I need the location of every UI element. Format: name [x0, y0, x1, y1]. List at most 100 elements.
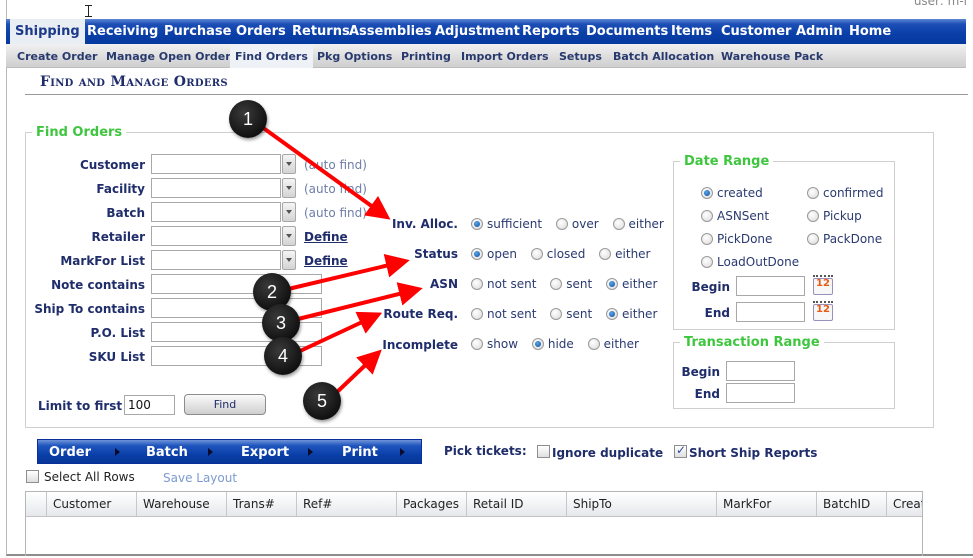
main-nav-customer[interactable]: Customer — [716, 19, 796, 44]
ignore-duplicate-checkbox[interactable] — [537, 445, 550, 458]
sub-nav-batch-allocation[interactable]: Batch Allocation — [608, 44, 719, 68]
radio-icon — [599, 248, 612, 260]
column-header-ref[interactable]: Ref# — [296, 492, 396, 516]
radio-icon — [471, 278, 483, 290]
order-menu[interactable]: Order — [49, 440, 91, 463]
export-menu[interactable]: Export — [241, 440, 289, 463]
date-begin-input[interactable] — [736, 276, 805, 296]
radio-icon — [587, 338, 600, 350]
status-either-radio[interactable]: either — [599, 247, 650, 261]
batch-dropdown-button[interactable] — [282, 202, 296, 222]
main-nav-assemblies[interactable]: Assemblies — [344, 19, 437, 44]
radio-label: closed — [546, 247, 586, 261]
asn-either-radio[interactable]: either — [606, 277, 657, 291]
radio-label: PackDone — [823, 232, 883, 246]
column-header-warehouse[interactable]: Warehouse — [136, 492, 226, 516]
column-header-created[interactable]: Created — [886, 492, 922, 516]
route-req-sent-radio[interactable]: sent — [550, 307, 592, 321]
markfor-list-dropdown-button[interactable] — [282, 250, 296, 270]
main-nav-reports[interactable]: Reports — [517, 19, 584, 44]
main-nav-admin[interactable]: Admin — [791, 19, 848, 44]
asn-sent-radio[interactable]: sent — [550, 277, 592, 291]
inv-alloc-over-radio[interactable]: over — [555, 217, 599, 231]
retailer-combo-input[interactable] — [151, 226, 281, 246]
ignore-duplicate-label: Ignore duplicate — [552, 446, 664, 460]
markfor-list-label: MarkFor List — [60, 254, 145, 268]
calendar-day-text: 12 — [816, 304, 830, 315]
retailer-dropdown-button[interactable] — [282, 226, 296, 246]
main-nav-items[interactable]: Items — [666, 19, 717, 44]
transaction-end-input[interactable] — [726, 383, 795, 403]
save-layout-link[interactable]: Save Layout — [163, 471, 237, 485]
markfor-define-link[interactable]: Define — [304, 254, 348, 268]
find-button[interactable]: Find — [184, 394, 266, 415]
facility-dropdown-button[interactable] — [282, 178, 296, 198]
sub-nav-printing[interactable]: Printing — [396, 44, 456, 68]
select-all-rows-checkbox[interactable] — [26, 470, 39, 483]
calendar-icon[interactable]: 12 — [812, 274, 834, 296]
column-header-batchid[interactable]: BatchID — [816, 492, 886, 516]
batch-combo-input[interactable] — [151, 202, 281, 222]
print-menu[interactable]: Print — [342, 440, 378, 463]
sub-nav-warehouse-pack[interactable]: Warehouse Pack — [716, 44, 828, 68]
customer-combo-input[interactable] — [151, 154, 281, 174]
date-asnsent-radio[interactable]: ASNSent — [701, 209, 769, 223]
date-created-radio[interactable]: created — [701, 186, 763, 200]
sub-nav-create-order[interactable]: Create Order — [12, 44, 102, 68]
note-contains-input[interactable] — [151, 274, 322, 294]
date-loadoutdone-radio[interactable]: LoadOutDone — [701, 255, 799, 269]
main-nav-home[interactable]: Home — [844, 19, 896, 44]
sub-nav-find-orders[interactable]: Find Orders — [230, 44, 313, 68]
sub-nav-setups[interactable]: Setups — [554, 44, 607, 68]
date-end-label: End — [704, 306, 730, 320]
date-pickup-radio[interactable]: Pickup — [807, 209, 862, 223]
column-header-packages[interactable]: Packages — [396, 492, 466, 516]
route-req-not-sent-radio[interactable]: not sent — [471, 307, 536, 321]
date-packdone-radio[interactable]: PackDone — [807, 232, 882, 246]
status-open-radio[interactable]: open — [471, 247, 517, 261]
column-header-trans[interactable]: Trans# — [226, 492, 296, 516]
radio-selected-icon — [471, 218, 483, 230]
inv-alloc-sufficient-radio[interactable]: sufficient — [471, 217, 542, 231]
radio-icon — [807, 233, 819, 245]
main-nav-documents[interactable]: Documents — [581, 19, 673, 44]
short-ship-reports-checkbox[interactable] — [674, 443, 687, 458]
sku-list-label: SKU List — [88, 350, 145, 364]
date-end-input[interactable] — [736, 302, 805, 322]
status-closed-radio[interactable]: closed — [530, 247, 586, 261]
column-header-customer[interactable]: Customer — [46, 492, 137, 516]
batch-menu[interactable]: Batch — [146, 440, 188, 463]
calendar-day-text: 12 — [816, 278, 830, 289]
route-req-either-radio[interactable]: either — [606, 307, 657, 321]
sub-nav-manage-open-order[interactable]: Manage Open Order — [101, 44, 236, 68]
asn-not-sent-radio[interactable]: not sent — [471, 277, 536, 291]
sub-nav-import-orders[interactable]: Import Orders — [456, 44, 554, 68]
main-nav-adjustment[interactable]: Adjustment — [430, 19, 525, 44]
select-all-rows-label: Select All Rows — [44, 470, 135, 484]
column-header-markfor[interactable]: MarkFor — [716, 492, 816, 516]
main-nav-shipping[interactable]: Shipping — [10, 19, 85, 44]
facility-combo-input[interactable] — [151, 178, 281, 198]
retailer-define-link[interactable]: Define — [304, 230, 348, 244]
calendar-icon[interactable]: 12 — [812, 300, 834, 322]
incomplete-hide-radio[interactable]: hide — [531, 337, 574, 351]
inv-alloc-either-radio[interactable]: either — [612, 217, 664, 231]
sub-nav-pkg-options[interactable]: Pkg Options — [312, 44, 397, 68]
radio-label: open — [487, 247, 517, 261]
facility-label: Facility — [96, 182, 145, 196]
main-nav-purchase-orders[interactable]: Purchase Orders — [159, 19, 291, 44]
markfor-list-combo-input[interactable] — [151, 250, 281, 270]
submenu-arrow-icon — [308, 448, 313, 456]
main-nav-receiving[interactable]: Receiving — [82, 19, 163, 44]
radio-label: sent — [566, 277, 593, 291]
column-header-shipto[interactable]: ShipTo — [566, 492, 716, 516]
customer-dropdown-button[interactable] — [282, 154, 296, 174]
incomplete-show-radio[interactable]: show — [471, 337, 518, 351]
column-header-retail-id[interactable]: Retail ID — [466, 492, 566, 516]
incomplete-either-radio[interactable]: either — [587, 337, 639, 351]
transaction-begin-input[interactable] — [726, 361, 795, 381]
date-confirmed-radio[interactable]: confirmed — [807, 186, 884, 200]
limit-to-first-input[interactable] — [124, 395, 175, 415]
date-pickdone-radio[interactable]: PickDone — [701, 232, 772, 246]
short-ship-reports-label: Short Ship Reports — [689, 446, 818, 460]
